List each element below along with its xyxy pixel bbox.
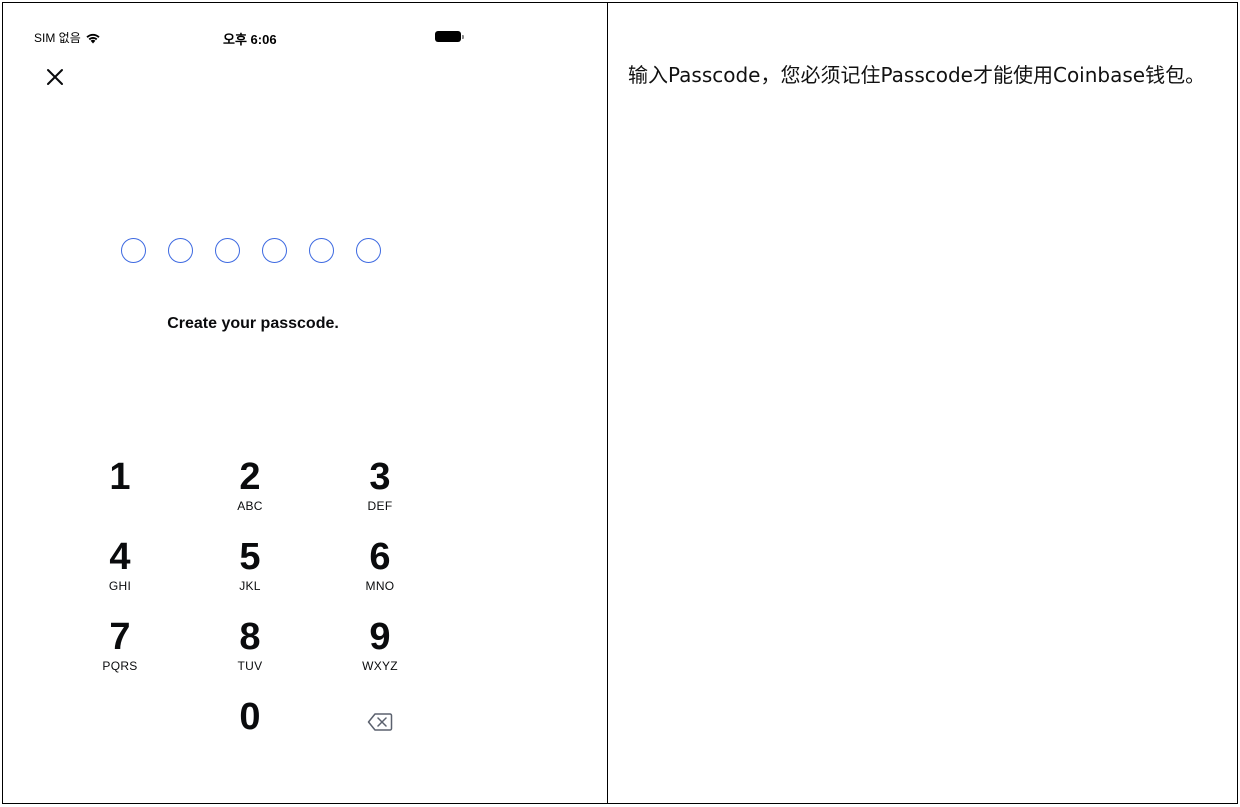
- keypad-key-5[interactable]: 5 JKL: [200, 535, 300, 605]
- keypad-digit: 9: [369, 616, 391, 658]
- keypad-key-9[interactable]: 9 WXYZ: [330, 615, 430, 685]
- description-cell: 输入Passcode，您必须记住Passcode才能使用Coinbase钱包。: [608, 3, 1237, 803]
- keypad-key-0[interactable]: 0: [200, 695, 300, 765]
- passcode-dots: [121, 238, 381, 263]
- carrier-label: SIM 없음: [34, 31, 81, 45]
- close-button[interactable]: [39, 61, 71, 93]
- close-icon: [47, 69, 63, 85]
- keypad-letters: GHI: [108, 579, 132, 593]
- passcode-dot: [356, 238, 381, 263]
- passcode-dot: [215, 238, 240, 263]
- passcode-prompt: Create your passcode.: [167, 315, 339, 332]
- phone-screenshot-cell: SIM 없음 오후 6:06 Create your passcode. 1 2A…: [3, 3, 608, 803]
- keypad-letters: PQRS: [102, 659, 138, 673]
- keypad-digit: 5: [239, 536, 261, 578]
- keypad-digit: 2: [239, 456, 261, 498]
- keypad-digit: 0: [239, 696, 261, 738]
- keypad-digit: 6: [369, 536, 391, 578]
- status-carrier-group: SIM 없음: [34, 29, 101, 46]
- keypad-key-4[interactable]: 4 GHI: [70, 535, 170, 605]
- keypad-digit: 7: [109, 616, 131, 658]
- keypad-letters: JKL: [239, 579, 261, 593]
- keypad-digit: 1: [109, 456, 131, 498]
- keypad-key-3[interactable]: 3 DEF: [330, 455, 430, 525]
- passcode-dot: [168, 238, 193, 263]
- keypad-key-2[interactable]: 2 ABC: [200, 455, 300, 525]
- keypad-letters: DEF: [367, 499, 393, 513]
- passcode-dot: [121, 238, 146, 263]
- keypad-letters: TUV: [237, 659, 263, 673]
- passcode-dot: [309, 238, 334, 263]
- keypad-letters: MNO: [365, 579, 395, 593]
- passcode-dot: [262, 238, 287, 263]
- keypad-digit: 4: [109, 536, 131, 578]
- keypad-letters: WXYZ: [362, 659, 398, 673]
- keypad-key-7[interactable]: 7 PQRS: [70, 615, 170, 685]
- battery-icon: [435, 31, 464, 42]
- description-text: 输入Passcode，您必须记住Passcode才能使用Coinbase钱包。: [628, 63, 1206, 87]
- table-frame: SIM 없음 오후 6:06 Create your passcode. 1 2A…: [2, 2, 1238, 804]
- status-time: 오후 6:06: [223, 32, 277, 47]
- keypad-key-8[interactable]: 8 TUV: [200, 615, 300, 685]
- keypad-digit: 3: [369, 456, 391, 498]
- wifi-icon: [86, 33, 100, 43]
- status-bar: SIM 없음 오후 6:06: [3, 25, 607, 49]
- keypad-letters: ABC: [237, 499, 263, 513]
- keypad-key-1[interactable]: 1: [70, 455, 170, 525]
- keypad-key-6[interactable]: 6 MNO: [330, 535, 430, 605]
- keypad-digit: 8: [239, 616, 261, 658]
- backspace-icon: [367, 713, 393, 731]
- backspace-button[interactable]: [330, 697, 430, 747]
